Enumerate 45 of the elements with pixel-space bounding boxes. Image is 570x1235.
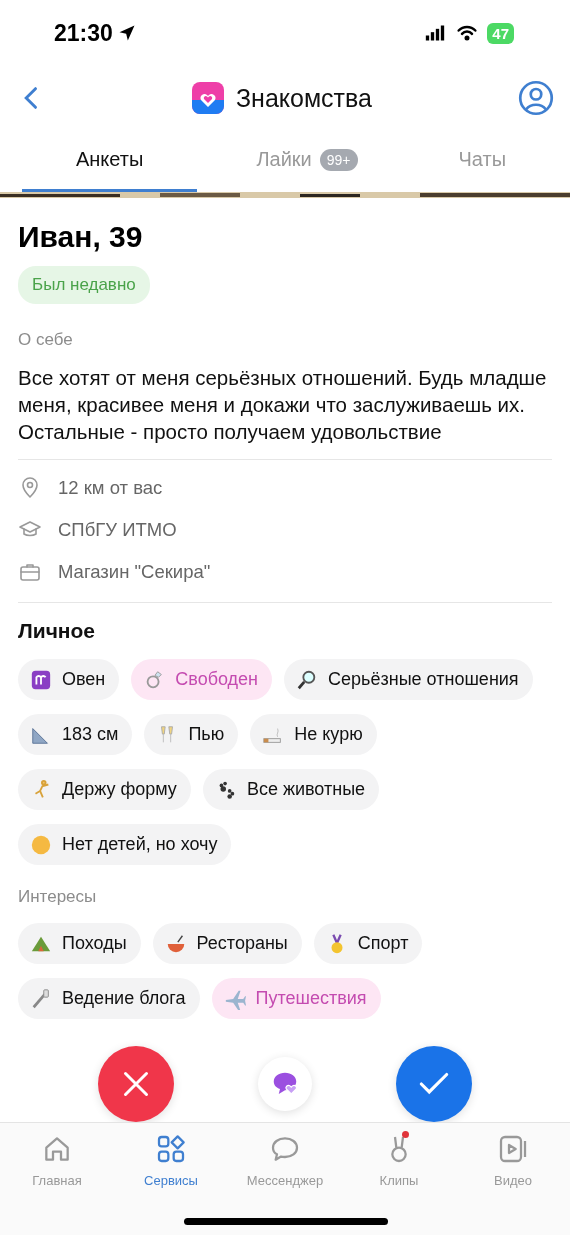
app-title: Знакомства — [236, 83, 372, 113]
like-button[interactable] — [396, 1046, 472, 1122]
profile-chip: Серьёзные отношения — [284, 659, 533, 700]
tab[interactable]: Чаты — [394, 130, 570, 192]
section-label: О себе — [18, 330, 74, 350]
detail-text: Магазин "Секира" — [58, 561, 211, 583]
app-logo-icon — [192, 82, 224, 114]
status-time: 21:30 — [54, 19, 113, 47]
nav-tab[interactable]: Сервисы — [114, 1133, 228, 1195]
section-title: Личное — [18, 619, 97, 643]
profile-chip: Походы — [18, 923, 141, 964]
aries-icon — [30, 668, 52, 691]
detail-text: 12 км от вас — [58, 477, 163, 499]
profile-chip: Свободен — [131, 659, 273, 700]
battery-level: 47 — [487, 22, 514, 44]
dislike-button[interactable] — [98, 1046, 174, 1122]
nav-tab[interactable]: Главная — [0, 1133, 114, 1195]
count-badge: 99+ — [319, 148, 358, 171]
message-button[interactable] — [258, 1057, 312, 1111]
profile-chip: Рестораны — [152, 923, 302, 964]
detail-text: СПбГУ ИТМО — [58, 519, 177, 541]
profile-chip: Не курю — [250, 714, 377, 755]
nav-tab[interactable]: Клипы — [342, 1133, 456, 1195]
profile-chip: 183 см — [18, 714, 133, 755]
profile-chip: Спорт — [313, 923, 423, 964]
selfie-stick-icon — [30, 987, 52, 1010]
profile-chip: Путешествия — [211, 978, 381, 1019]
tab[interactable]: Лайки 99+ — [219, 130, 395, 192]
profile-chip: Пью — [144, 714, 239, 755]
profile-chip: Все животные — [202, 769, 380, 810]
presence-status: Был недавно — [18, 266, 150, 304]
profile-chip: Ведение блога — [18, 978, 200, 1019]
grid-icon — [155, 1133, 187, 1165]
nav-tab[interactable]: Мессенджер — [228, 1133, 342, 1195]
video-icon — [497, 1133, 529, 1165]
nav-tab[interactable]: Видео — [456, 1133, 570, 1195]
profile-button[interactable] — [518, 80, 554, 116]
user-icon — [518, 80, 554, 116]
profile-chip: Овен — [18, 659, 120, 700]
about-text: Все хотят от меня серьёзных отношений. Будь младше меня, красивее меня и докажи что заслуживаешь их. Остальные - просто получаем удовольствие — [18, 365, 548, 445]
profile-name: Иван, 39 — [18, 220, 144, 254]
profile-chip: Держу форму — [18, 769, 191, 810]
wifi-icon — [455, 23, 480, 43]
profile-chip: Нет детей, но хочу — [18, 824, 232, 865]
section-label: Интересы — [18, 887, 98, 907]
